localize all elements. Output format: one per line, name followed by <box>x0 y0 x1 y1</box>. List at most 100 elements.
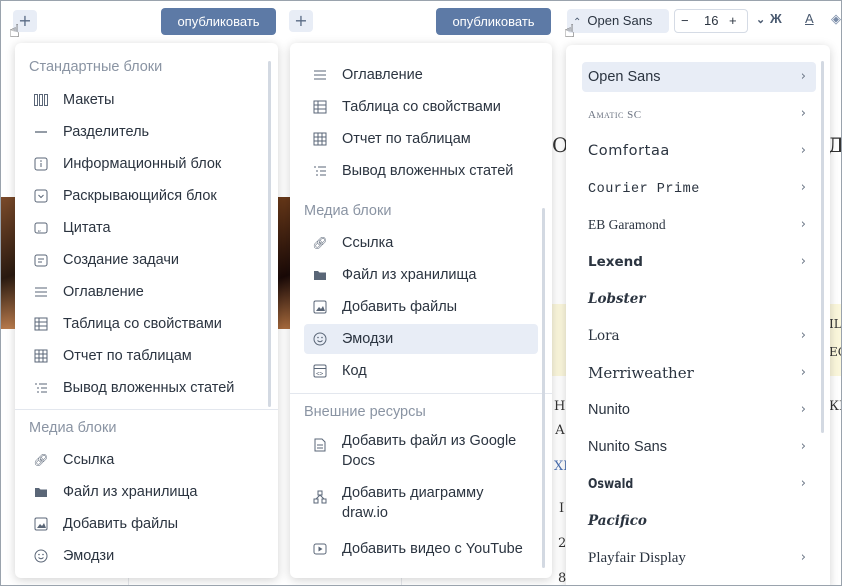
font-option-merriweather[interactable]: Merriweather › <box>582 358 816 388</box>
menu-item-table-report[interactable]: Отчет по таблицам <box>25 341 265 371</box>
menu-item-label: Файл из хранилища <box>63 484 198 500</box>
menu-item-add-files[interactable]: Добавить файлы <box>304 292 538 322</box>
font-option-nunito[interactable]: Nunito › <box>582 395 816 425</box>
menu-item-create-task[interactable]: Создание задачи <box>25 245 265 275</box>
font-option-comfortaa[interactable]: Comfortaa › <box>582 136 816 166</box>
font-option-lexend[interactable]: Lexend › <box>582 247 816 277</box>
background-text: IL <box>829 317 842 331</box>
menu-item-label: Добавить видео с YouTube <box>342 541 523 557</box>
nested-list-icon <box>312 163 328 179</box>
menu-item-toc[interactable]: Оглавление <box>304 60 538 90</box>
font-option-label: EB Garamond <box>588 217 666 232</box>
menu-item-label: Раскрывающийся блок <box>63 188 217 204</box>
bold-button[interactable]: Ж <box>770 11 782 26</box>
menu-item-nested-articles[interactable]: Вывод вложенных статей <box>304 156 538 186</box>
chevron-right-icon: › <box>800 106 806 121</box>
menu-item-label: Docs <box>342 453 376 469</box>
info-box-icon <box>33 156 49 172</box>
menu-item-properties-table[interactable]: Таблица со свойствами <box>304 92 538 122</box>
font-option-eb-garamond[interactable]: EB Garamond › <box>582 210 816 240</box>
menu-item-layouts[interactable]: Макеты <box>25 85 265 115</box>
chevron-right-icon: › <box>800 254 806 269</box>
quote-icon: „ <box>33 220 49 236</box>
menu-scrollbar[interactable] <box>268 61 271 407</box>
menu-item-label: Макеты <box>63 92 115 108</box>
menu-item-storage-file[interactable]: Файл из хранилища <box>304 260 538 290</box>
chevron-right-icon: › <box>800 328 806 343</box>
menu-item-link[interactable]: 🔗︎ Ссылка <box>25 445 265 475</box>
menu-item-collapse-block[interactable]: Раскрывающийся блок <box>25 181 265 211</box>
menu-item-info-block[interactable]: Информационный блок <box>25 149 265 179</box>
background-text: EC <box>829 345 841 359</box>
section-title-media: Медиа блоки <box>29 420 117 436</box>
menu-item-label: Вывод вложенных статей <box>63 380 235 396</box>
highlight-icon[interactable]: ◈ <box>831 11 841 27</box>
publish-button[interactable]: опубликовать <box>161 8 276 35</box>
section-title-standard: Стандартные блоки <box>29 59 163 75</box>
link-icon: 🔗︎ <box>312 236 328 250</box>
font-option-lora[interactable]: Lora › <box>582 321 816 351</box>
chevron-right-icon: › <box>800 180 806 195</box>
menu-item-label: Оглавление <box>342 67 423 83</box>
link-icon: 🔗︎ <box>33 453 49 467</box>
menu-item-emoji[interactable]: Эмодзи <box>25 541 265 571</box>
publish-button[interactable]: опубликовать <box>436 8 551 35</box>
font-option-label: Amatic SC <box>588 109 642 121</box>
insert-block-menu-scrolled: Оглавление Таблица со свойствами Отчет п… <box>290 43 552 578</box>
table-icon <box>312 99 328 115</box>
font-option-courier-prime[interactable]: Courier Prime › <box>582 173 816 203</box>
text-color-button[interactable]: A <box>805 11 814 26</box>
menu-item-emoji[interactable]: Эмодзи <box>304 324 538 354</box>
toc-icon <box>312 67 328 83</box>
table-icon <box>33 316 49 332</box>
menu-item-label: Код <box>342 363 367 379</box>
menu-item-nested-articles[interactable]: Вывод вложенных статей <box>25 373 265 403</box>
layout-columns-icon <box>33 92 49 108</box>
nested-list-icon <box>33 380 49 396</box>
menu-item-toc[interactable]: Оглавление <box>25 277 265 307</box>
chevron-right-icon: › <box>800 217 806 232</box>
font-option-pacifico[interactable]: Pacifico <box>582 506 816 536</box>
font-size-stepper[interactable]: − 16 + <box>674 9 748 33</box>
font-option-open-sans[interactable]: Open Sans › <box>582 62 816 92</box>
menu-item-google-docs[interactable]: Добавить файл из Google Docs <box>304 431 538 475</box>
font-option-nunito-sans[interactable]: Nunito Sans › <box>582 432 816 462</box>
chevron-right-icon: › <box>800 143 806 158</box>
font-family-select[interactable]: ⌃ Open Sans <box>567 9 669 33</box>
menu-item-link[interactable]: 🔗︎ Ссылка <box>304 228 538 258</box>
chevron-right-icon: › <box>800 439 806 454</box>
menu-item-label: Таблица со свойствами <box>342 99 501 115</box>
decrease-size-button[interactable]: − <box>681 10 689 32</box>
menu-item-divider[interactable]: Разделитель <box>25 117 265 147</box>
background-highlight-band <box>829 304 841 376</box>
font-option-amatic-sc[interactable]: Amatic SC › <box>582 99 816 129</box>
font-option-label: Courier Prime <box>588 182 700 197</box>
menu-item-quote[interactable]: „ Цитата <box>25 213 265 243</box>
folder-icon <box>33 484 49 500</box>
menu-item-drawio[interactable]: Добавить диаграмму draw.io <box>304 483 538 527</box>
section-divider <box>15 409 278 410</box>
menu-item-label: Отчет по таблицам <box>63 348 192 364</box>
font-option-lobster[interactable]: Lobster <box>582 284 816 314</box>
menu-item-properties-table[interactable]: Таблица со свойствами <box>25 309 265 339</box>
task-icon <box>33 252 49 268</box>
font-list-scrollbar[interactable] <box>821 61 824 433</box>
add-block-button[interactable]: + <box>289 10 313 32</box>
chevron-down-icon[interactable]: ⌄ <box>756 13 765 26</box>
menu-item-label: Отчет по таблицам <box>342 131 471 147</box>
menu-scrollbar[interactable] <box>542 208 545 568</box>
image-icon <box>33 516 49 532</box>
menu-item-add-files[interactable]: Добавить файлы <box>25 509 265 539</box>
font-option-playfair-display[interactable]: Playfair Display › <box>582 543 816 573</box>
menu-item-label: Ссылка <box>342 235 394 251</box>
emoji-icon <box>312 331 328 347</box>
menu-item-code[interactable]: <> Код <box>304 356 538 386</box>
increase-size-button[interactable]: + <box>729 10 737 32</box>
section-title-media: Медиа блоки <box>304 203 392 219</box>
menu-item-youtube[interactable]: Добавить видео с YouTube <box>304 534 538 564</box>
emoji-icon <box>33 548 49 564</box>
menu-item-storage-file[interactable]: Файл из хранилища <box>25 477 265 507</box>
menu-item-table-report[interactable]: Отчет по таблицам <box>304 124 538 154</box>
font-option-oswald[interactable]: Oswald › <box>582 469 816 499</box>
chevron-right-icon: › <box>800 365 806 380</box>
